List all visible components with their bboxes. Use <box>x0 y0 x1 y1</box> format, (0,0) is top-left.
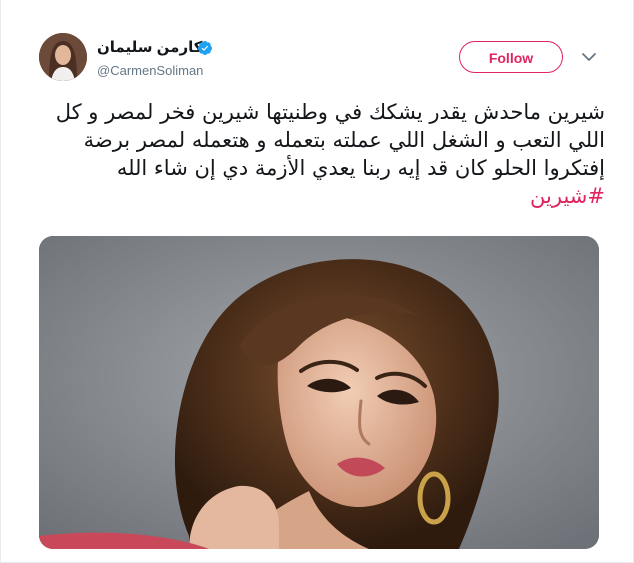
tweet-text-body: شيرين ماحدش يقدر يشكك في وطنيتها شيرين ف… <box>55 100 605 180</box>
tweet-text: شيرين ماحدش يقدر يشكك في وطنيتها شيرين ف… <box>39 98 605 210</box>
avatar[interactable] <box>39 33 87 81</box>
tweet-card: كارمن سليمان @CarmenSoliman Follow شيرين… <box>0 0 634 563</box>
author-screen-name[interactable]: @CarmenSoliman <box>97 63 203 78</box>
verified-badge-icon <box>197 41 212 55</box>
tweet-photo[interactable] <box>39 236 599 549</box>
avatar-image <box>39 33 87 81</box>
chevron-down-icon[interactable] <box>579 49 599 65</box>
hashtag-link[interactable]: #شيرين <box>530 184 605 208</box>
author-display-name[interactable]: كارمن سليمان <box>97 38 202 56</box>
portrait-photo <box>39 236 599 549</box>
follow-button[interactable]: Follow <box>459 41 563 73</box>
